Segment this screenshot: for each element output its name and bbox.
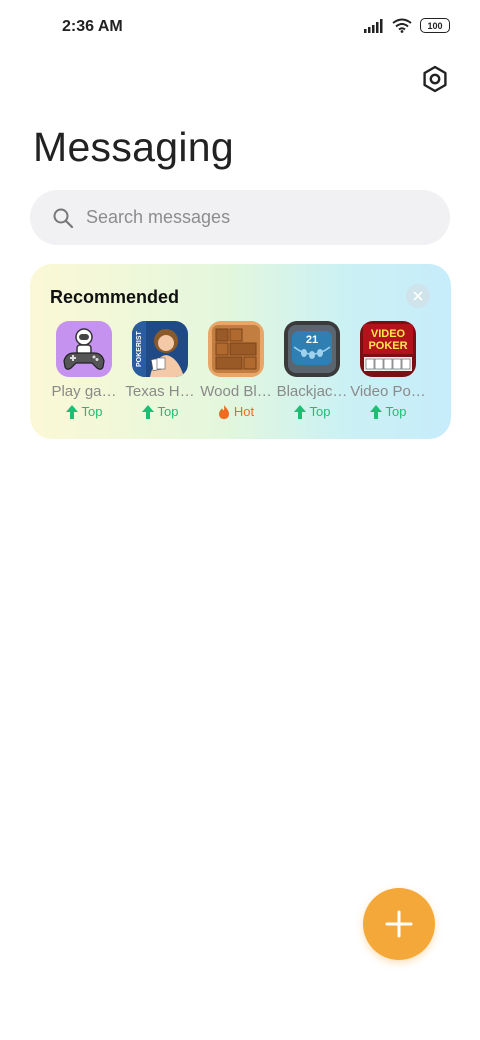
app-badge-label: Hot	[233, 404, 255, 419]
app-badge-label: Top	[81, 404, 103, 419]
poker-woman-icon: POKERIST	[132, 321, 188, 377]
arrow-up-icon	[293, 404, 306, 419]
blackjack-icon: 21	[284, 321, 340, 377]
app-name: Texas H…	[125, 383, 195, 400]
app-play-games[interactable]: Play ga… Top	[46, 321, 122, 419]
signal-icon	[364, 18, 383, 33]
close-recommended-button[interactable]	[406, 284, 430, 308]
status-icons: 100	[364, 18, 450, 33]
arrow-up-icon	[65, 404, 78, 419]
blackjack-label: 21	[306, 334, 318, 346]
app-name: Video Po…	[350, 383, 426, 400]
settings-icon	[423, 65, 447, 93]
app-name: Wood Bl…	[200, 383, 272, 400]
search-input[interactable]	[84, 206, 408, 229]
wifi-icon	[392, 18, 412, 33]
battery-level: 100	[427, 20, 443, 31]
app-texas-holdem[interactable]: POKERIST Texas H… Top	[122, 321, 198, 419]
arrow-up-icon	[369, 404, 382, 419]
app-badge: Top	[141, 404, 179, 419]
gamepad-astronaut-icon	[56, 321, 112, 377]
app-badge-label: Top	[157, 404, 179, 419]
app-badge-label: Top	[309, 404, 331, 419]
app-badge: Hot	[218, 404, 254, 419]
battery-icon: 100	[420, 18, 450, 33]
new-message-button[interactable]	[363, 888, 435, 960]
app-name: Blackjac…	[276, 383, 348, 400]
app-blackjack[interactable]: 21 Blackjac… Top	[274, 321, 350, 419]
video-poker-label-2: POKER	[368, 340, 407, 352]
search-bar[interactable]	[30, 190, 450, 245]
recommended-card: Recommended Play ga… Top POKERIST Texas …	[30, 264, 451, 439]
video-poker-icon: VIDEO POKER	[360, 321, 416, 377]
flame-icon	[218, 404, 229, 419]
app-badge: Top	[293, 404, 331, 419]
app-badge: Top	[369, 404, 407, 419]
app-wood-block[interactable]: Wood Bl… Hot	[198, 321, 274, 419]
app-name: Play ga…	[51, 383, 117, 400]
recommended-title: Recommended	[50, 287, 180, 307]
app-badge: Top	[65, 404, 103, 419]
settings-button[interactable]	[418, 62, 452, 96]
wood-block-icon	[208, 321, 264, 377]
pokerist-label: POKERIST	[136, 330, 143, 367]
app-video-poker[interactable]: VIDEO POKER Video Po… Top	[350, 321, 426, 419]
status-time: 2:36 AM	[62, 18, 123, 35]
arrow-up-icon	[141, 404, 154, 419]
search-icon	[53, 208, 74, 228]
status-bar: 2:36 AM 100	[0, 0, 480, 56]
app-badge-label: Top	[385, 404, 407, 419]
plus-icon	[385, 910, 413, 938]
recommended-apps: Play ga… Top POKERIST Texas H… Top Wood …	[46, 321, 426, 419]
video-poker-label-1: VIDEO	[371, 328, 406, 340]
page-title: Messaging	[33, 124, 234, 170]
close-icon	[413, 291, 423, 301]
